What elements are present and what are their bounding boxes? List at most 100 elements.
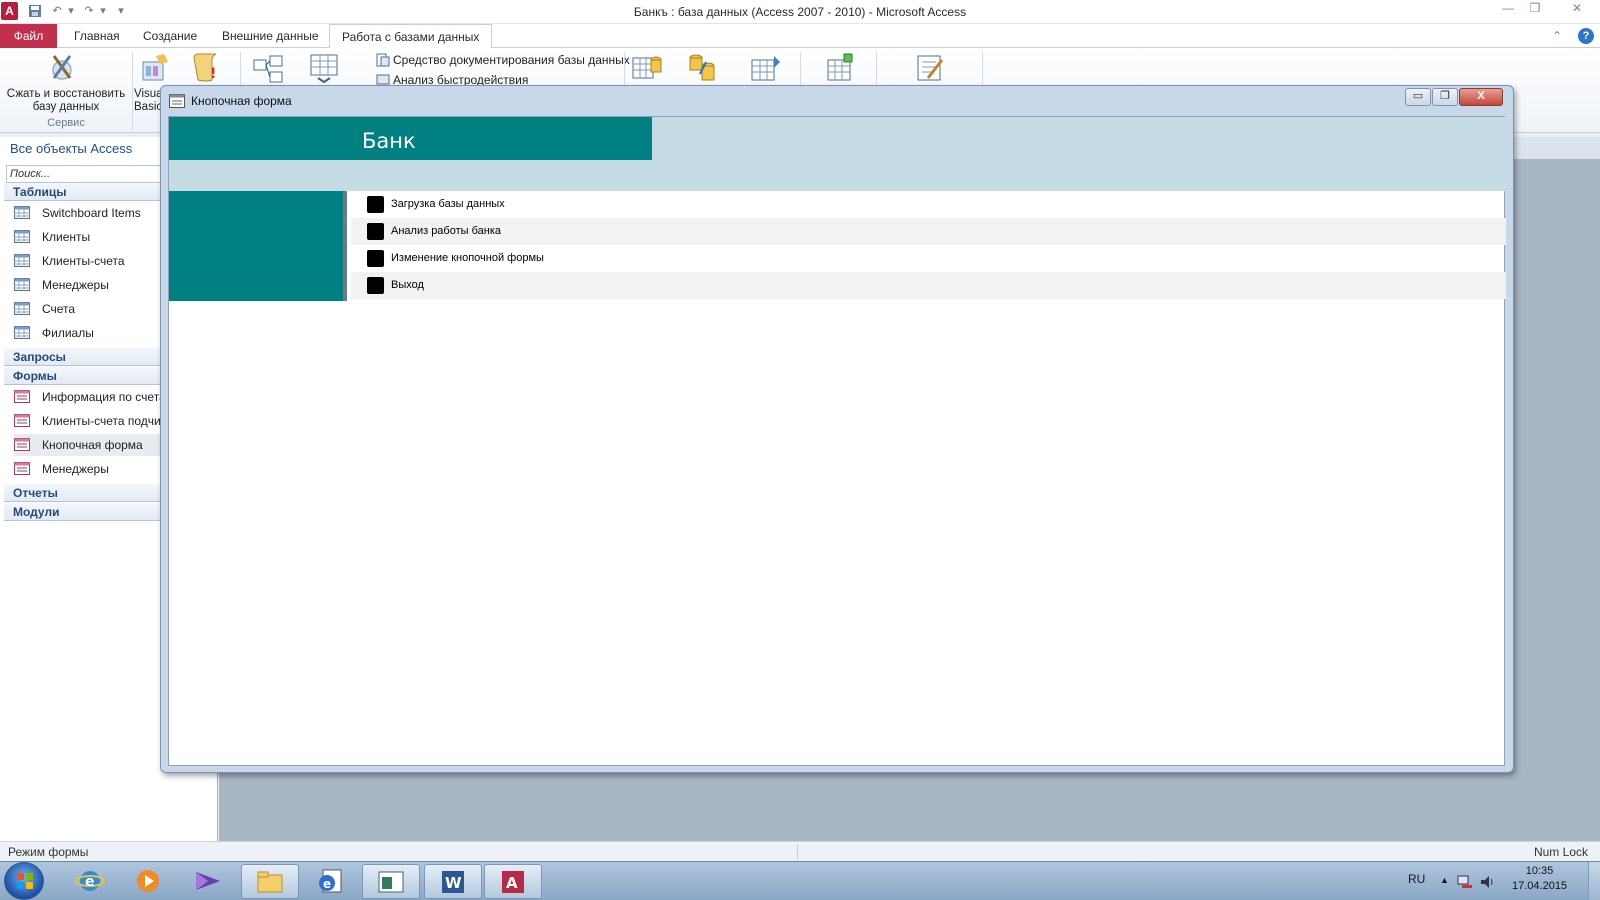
ribbon-tabs: Файл Главная Создание Внешние данные Раб… xyxy=(0,24,1600,49)
object-dependencies-icon[interactable] xyxy=(308,52,340,84)
taskbar-word[interactable]: W xyxy=(424,864,482,899)
relationships-icon[interactable] xyxy=(252,54,284,86)
nav-item-label: Филиалы xyxy=(42,326,94,340)
switchboard-title-block: Банк xyxy=(169,117,652,160)
switchboard-option-button[interactable] xyxy=(367,277,384,294)
switchboard-item[interactable]: Выход xyxy=(351,272,1506,299)
form-window-title-label: Кнопочная форма xyxy=(191,94,292,108)
switchboard-item[interactable]: Загрузка базы данных xyxy=(351,191,1506,218)
show-desktop-button[interactable] xyxy=(1588,862,1600,900)
form-minimize-button[interactable]: ▭ xyxy=(1405,88,1431,106)
nav-item-label: Менеджеры xyxy=(42,278,109,292)
taskbar-media-player[interactable] xyxy=(120,864,178,899)
table-icon xyxy=(14,302,30,315)
switchboard-side-panel xyxy=(169,191,347,301)
tab-file[interactable]: Файл xyxy=(0,24,57,48)
nav-item-label: Клиенты-счета xyxy=(42,254,125,268)
run-macro-icon[interactable]: ! xyxy=(190,52,222,84)
visual-studio-icon xyxy=(196,872,220,890)
status-separator xyxy=(797,844,798,860)
window-title: Банкъ : база данных (Access 2007 - 2010)… xyxy=(633,5,967,19)
tab-external-data[interactable]: Внешние данные xyxy=(210,24,331,48)
nav-item-label: Информация по счетам xyxy=(42,390,174,404)
internet-explorer-icon: e xyxy=(75,871,105,891)
compact-repair-label[interactable]: Сжать и восстановить базу данных xyxy=(2,88,130,114)
switchboard-form-body: Банк Загрузка базы данных Анализ работы … xyxy=(168,116,1506,766)
taskbar-clock[interactable]: 10:35 17.04.2015 xyxy=(1512,864,1567,894)
switchboard-option-button[interactable] xyxy=(367,223,384,240)
table-icon xyxy=(14,230,30,243)
form-icon xyxy=(14,438,30,451)
folder-icon xyxy=(257,871,283,893)
taskbar-ie-window[interactable]: e xyxy=(302,864,360,899)
switchboard-option-label[interactable]: Анализ работы банка xyxy=(391,225,501,237)
window-icon xyxy=(378,871,404,893)
svg-text:e: e xyxy=(323,877,331,891)
switchboard-option-label[interactable]: Загрузка базы данных xyxy=(391,198,505,210)
switchboard-option-label[interactable]: Выход xyxy=(391,279,424,291)
collapse-ribbon-icon[interactable]: ⌃ xyxy=(1552,24,1562,48)
compact-repair-icon[interactable] xyxy=(46,52,78,84)
clock-time: 10:35 xyxy=(1525,865,1554,877)
form-icon xyxy=(14,390,30,403)
documenter-label[interactable]: Средство документирования базы данных xyxy=(393,53,630,67)
form-icon xyxy=(169,94,185,108)
taskbar-access[interactable]: A xyxy=(484,864,542,899)
switchboard-form-window: Кнопочная форма ▭ ❐ X Банк Загрузка базы… xyxy=(160,85,1514,773)
switchboard-header-band: Банк xyxy=(169,117,1506,191)
switchboard-option-label[interactable]: Изменение кнопочной формы xyxy=(391,252,544,264)
restore-button[interactable]: ❐ xyxy=(1522,0,1548,18)
windows-taskbar: e e W A RU ▲ 10:35 17.04.2015 xyxy=(0,861,1600,900)
switchboard-item[interactable]: Анализ работы банка xyxy=(351,218,1506,245)
volume-icon[interactable] xyxy=(1479,874,1495,890)
performance-analyzer-label[interactable]: Анализ быстродействия xyxy=(393,74,528,85)
svg-text:!: ! xyxy=(210,66,216,82)
documenter-icon[interactable] xyxy=(376,53,390,67)
nav-item-label: Switchboard Items xyxy=(42,206,141,220)
form-window-title[interactable]: Кнопочная форма xyxy=(169,91,292,111)
word-icon: W xyxy=(442,871,464,893)
start-button[interactable] xyxy=(4,862,44,900)
nav-item-label: Счета xyxy=(42,302,76,316)
minimize-button[interactable]: — xyxy=(1495,0,1521,18)
ie-document-icon: e xyxy=(319,869,342,893)
performance-analyzer-icon[interactable] xyxy=(376,74,390,85)
table-icon xyxy=(14,326,30,339)
switchboard-option-button[interactable] xyxy=(367,196,384,213)
linked-table-manager-icon[interactable] xyxy=(824,52,856,84)
nav-item-label: Кнопочная форма xyxy=(42,438,143,452)
taskbar-window-manager[interactable] xyxy=(362,864,420,899)
clock-date: 17.04.2015 xyxy=(1512,880,1568,892)
language-indicator[interactable]: RU xyxy=(1408,872,1425,886)
switchboard-option-button[interactable] xyxy=(367,250,384,267)
service-group-label: Сервис xyxy=(47,117,85,129)
svg-text:A: A xyxy=(506,874,518,892)
access-database-icon[interactable] xyxy=(686,52,718,84)
sql-server-icon[interactable] xyxy=(631,52,663,84)
tab-database-tools[interactable]: Работа с базами данных xyxy=(329,24,493,49)
network-icon[interactable] xyxy=(1457,875,1473,889)
taskbar-visual-studio[interactable] xyxy=(180,864,238,899)
view-mode-status: Режим формы xyxy=(8,845,89,859)
taskbar-explorer[interactable] xyxy=(241,864,299,899)
tab-home[interactable]: Главная xyxy=(62,24,132,48)
taskbar-internet-explorer[interactable]: e xyxy=(62,864,120,899)
nav-item-label: Менеджеры xyxy=(42,462,109,476)
show-hidden-icons-button[interactable]: ▲ xyxy=(1440,875,1449,885)
ribbon-separator xyxy=(132,52,133,130)
form-close-button[interactable]: X xyxy=(1459,88,1503,106)
media-player-icon xyxy=(137,870,159,892)
add-ins-icon[interactable] xyxy=(914,52,946,84)
access-icon: A xyxy=(502,871,524,893)
nav-item-label: Клиенты xyxy=(42,230,91,244)
close-button[interactable]: ✕ xyxy=(1564,0,1590,18)
form-restore-button[interactable]: ❐ xyxy=(1432,88,1458,106)
tab-create[interactable]: Создание xyxy=(131,24,209,48)
sharepoint-icon[interactable] xyxy=(750,52,782,84)
table-icon xyxy=(14,206,30,219)
windows-logo-icon xyxy=(17,873,33,889)
form-icon xyxy=(14,462,30,475)
help-icon[interactable]: ? xyxy=(1578,28,1594,44)
switchboard-item[interactable]: Изменение кнопочной формы xyxy=(351,245,1506,272)
visual-basic-icon[interactable] xyxy=(140,52,172,84)
